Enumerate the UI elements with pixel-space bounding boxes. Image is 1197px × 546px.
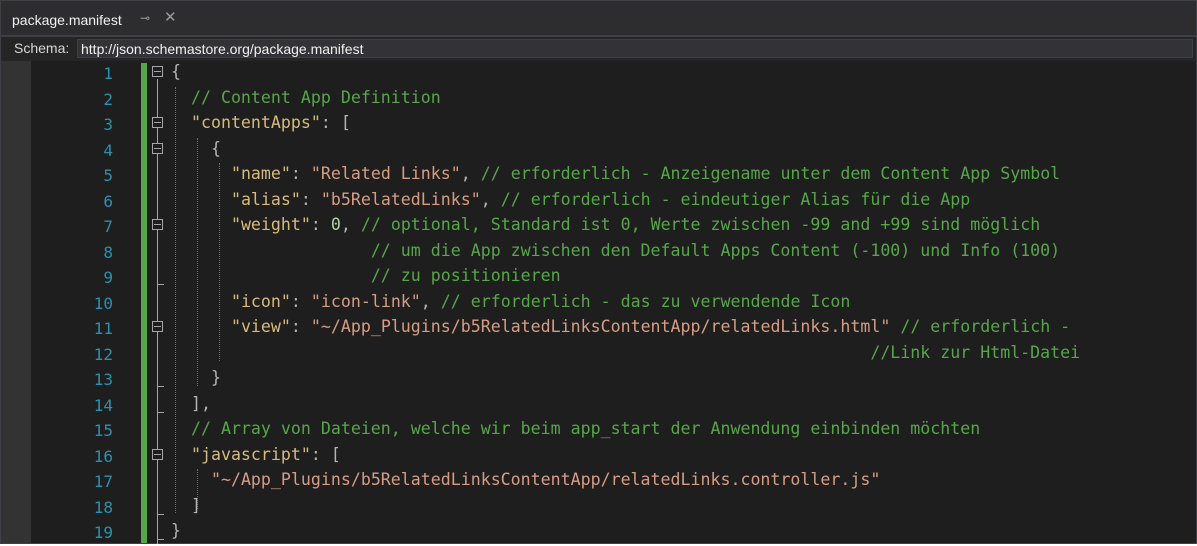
code-line: 6 "alias": "b5RelatedLinks", // erforder… — [1, 189, 1196, 215]
code-text: { — [210, 138, 221, 158]
code-line: 17 "~/App_Plugins/b5RelatedLinksContentA… — [1, 469, 1196, 495]
fold-toggle-icon[interactable] — [152, 219, 163, 230]
code-text: // Array von Dateien, welche wir beim ap… — [190, 419, 981, 438]
line-number: 11 — [93, 319, 113, 338]
code-text: "icon": "icon-link", // erforderlich - d… — [230, 291, 851, 311]
line-number: 5 — [103, 166, 113, 185]
schema-bar: Schema: — [1, 37, 1196, 61]
code-text: // zu positionieren — [370, 266, 561, 285]
line-number: 12 — [93, 344, 113, 364]
close-icon[interactable]: ✕ — [164, 8, 177, 26]
fold-toggle-icon[interactable] — [152, 117, 163, 128]
code-text: ], — [190, 393, 211, 413]
tab-bar: package.manifest ⊸ ✕ — [1, 1, 1196, 37]
code-line: 11 "view": "~/App_Plugins/b5RelatedLinks… — [1, 316, 1196, 342]
code-line: 8 // um die App zwischen den Default App… — [1, 240, 1196, 266]
fold-toggle-icon[interactable] — [152, 321, 163, 332]
line-number: 6 — [103, 191, 113, 211]
code-line: 18 ] — [1, 495, 1196, 521]
code-line: 3 "contentApps": [ — [1, 112, 1196, 138]
code-text: "weight": 0, // optional, Standard ist 0… — [230, 215, 1041, 234]
line-number: 9 — [103, 268, 113, 287]
code-line: 15 // Array von Dateien, welche wir beim… — [1, 418, 1196, 444]
code-text: } — [171, 521, 181, 540]
fold-toggle-icon[interactable] — [152, 448, 163, 460]
code-text: ] — [190, 495, 201, 515]
code-editor[interactable]: 1 { 2 // Content App Definition 3 "conte… — [1, 61, 1196, 546]
code-line: 13 } — [1, 367, 1196, 393]
line-number: 15 — [93, 421, 113, 440]
code-text: // Content App Definition — [190, 87, 441, 107]
code-line: 16 "javascript": [ — [1, 444, 1196, 470]
line-number: 7 — [103, 217, 113, 236]
code-text: "contentApps": [ — [190, 113, 351, 132]
code-line: 9 // zu positionieren — [1, 265, 1196, 291]
line-number: 19 — [93, 523, 113, 542]
code-line: 14 ], — [1, 393, 1196, 419]
code-text: //Link zur Html-Datei — [870, 342, 1081, 362]
line-number: 14 — [93, 395, 113, 415]
line-number: 8 — [103, 242, 113, 262]
code-text: "name": "Related Links", // erforderlich… — [230, 164, 1061, 183]
schema-input[interactable] — [77, 39, 1193, 58]
line-number: 10 — [93, 293, 113, 313]
fold-toggle-icon[interactable] — [152, 66, 163, 77]
code-line: 4 { — [1, 138, 1196, 164]
tab-title: package.manifest — [12, 12, 122, 28]
code-line: 7 "weight": 0, // optional, Standard ist… — [1, 214, 1196, 240]
line-number: 17 — [93, 472, 113, 491]
code-line: 2 // Content App Definition — [1, 87, 1196, 113]
code-text: } — [210, 368, 221, 387]
code-text: "alias": "b5RelatedLinks", // erforderli… — [230, 189, 971, 209]
line-number: 13 — [93, 370, 113, 389]
code-line: 12 //Link zur Html-Datei — [1, 342, 1196, 368]
line-number: 3 — [103, 115, 113, 134]
code-text: // um die App zwischen den Default Apps … — [370, 240, 1061, 260]
fold-toggle-icon[interactable] — [152, 142, 163, 154]
pin-icon[interactable]: ⊸ — [140, 11, 150, 25]
code-text: "javascript": [ — [190, 444, 341, 464]
line-number: 18 — [93, 497, 113, 517]
code-text: { — [171, 62, 181, 81]
line-number: 4 — [103, 140, 113, 160]
line-number: 2 — [103, 89, 113, 109]
line-number: 16 — [93, 446, 113, 466]
code-line: 19 } — [1, 520, 1196, 546]
code-line: 5 "name": "Related Links", // erforderli… — [1, 163, 1196, 189]
line-number: 1 — [103, 64, 113, 83]
editor-window: package.manifest ⊸ ✕ Schema: 1 { — [0, 0, 1197, 544]
code-text: "view": "~/App_Plugins/b5RelatedLinksCon… — [230, 317, 1071, 336]
code-line: 10 "icon": "icon-link", // erforderlich … — [1, 291, 1196, 317]
tab-package-manifest[interactable]: package.manifest ⊸ ✕ — [1, 5, 187, 37]
code-text: "~/App_Plugins/b5RelatedLinksContentApp/… — [210, 470, 881, 489]
code-line: 1 { — [1, 61, 1196, 87]
schema-label: Schema: — [14, 40, 70, 56]
